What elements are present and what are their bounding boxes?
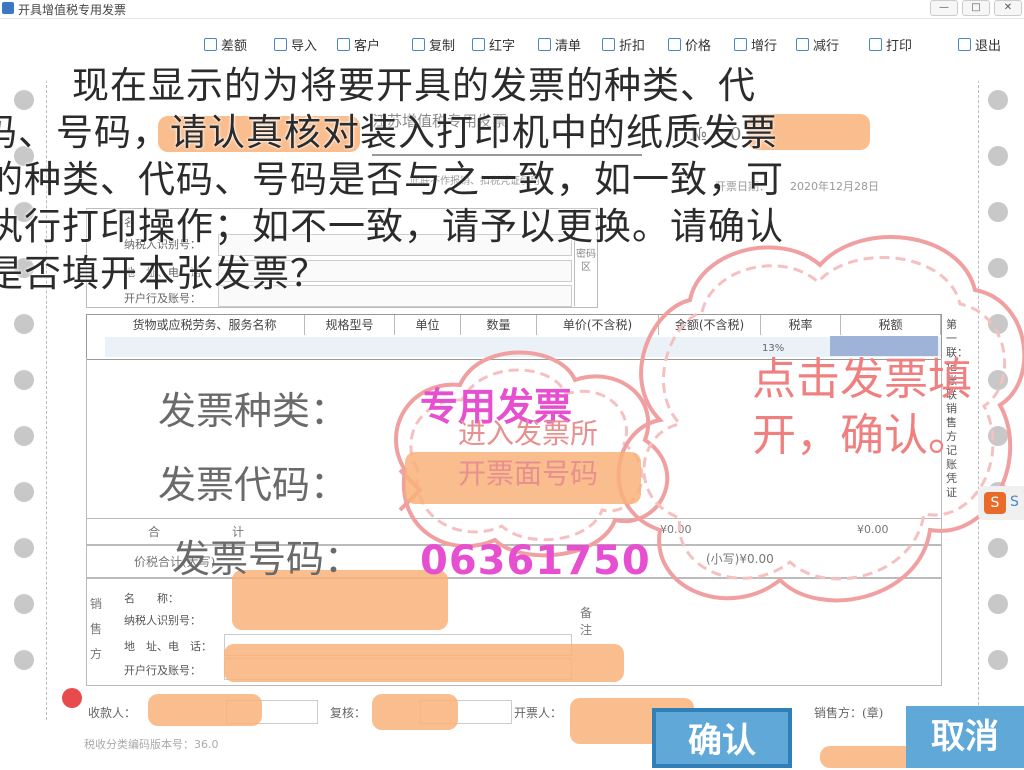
cloud-instruction-text: 进入发票所开票面号码 <box>457 417 598 490</box>
ime-logo-letter: S <box>1010 494 1019 510</box>
caption-line: 现在显示的为将要开具的发票的种类、代 <box>72 64 756 107</box>
caption-line: 的种类、代码、号码是否与之一致，如一致，可 <box>0 158 784 201</box>
invoice-number-value: 06361750 <box>420 538 651 584</box>
ime-logo-icon: S <box>984 492 1006 514</box>
invoice-number-label: 发票号码： <box>172 537 363 581</box>
invoice-code-label: 发票代码： <box>158 463 349 507</box>
confirm-button[interactable]: 确认 <box>652 708 792 768</box>
invoice-type-label: 发票种类： <box>158 389 349 433</box>
record-indicator-icon <box>62 688 82 708</box>
caption-line: 是否填开本张发票？ <box>0 252 328 295</box>
caption-line: 码、号码，请认真核对装入打印机中的纸质发票 <box>0 111 778 154</box>
right-cloud-text: 点击发票填开，确认。 <box>752 354 972 461</box>
caption-line: 执行打印操作；如不一致，请予以更换。请确认 <box>0 205 784 248</box>
cancel-button[interactable]: 取消 <box>906 706 1024 768</box>
caption-text: 现在显示的为将要开具的发票的种类、代 码、号码，请认真核对装入打印机中的纸质发票… <box>0 62 1024 297</box>
